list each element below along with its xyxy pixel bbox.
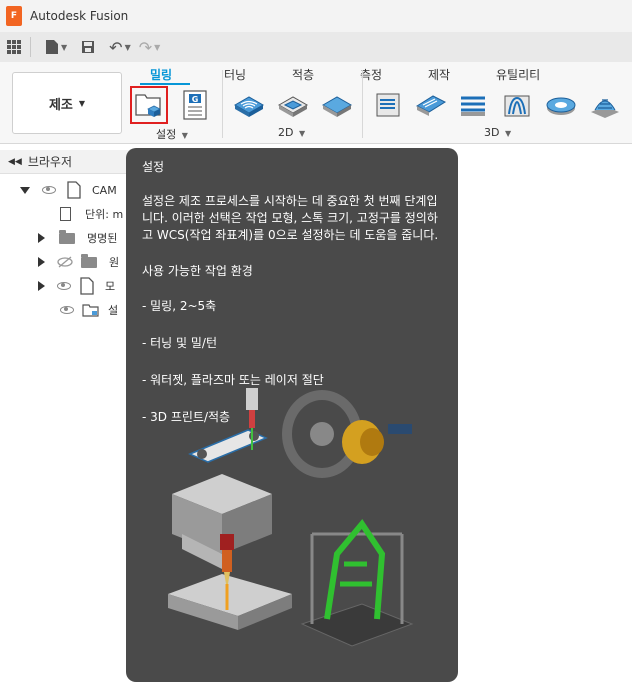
3d-adaptive-button[interactable] xyxy=(372,88,406,122)
active-tab-indicator xyxy=(140,83,190,85)
radial-icon xyxy=(546,97,576,115)
scallop-icon xyxy=(504,95,530,117)
chevron-down-icon: ▼ xyxy=(181,131,188,140)
tab-additive[interactable]: 적층 xyxy=(292,66,314,83)
visibility-eye-icon[interactable] xyxy=(60,306,74,314)
steep-and-shallow-button[interactable] xyxy=(456,88,490,122)
collapse-panel-icon[interactable]: ◀◀ xyxy=(8,157,22,167)
visibility-eye-icon[interactable] xyxy=(42,186,56,194)
expand-toggle-icon[interactable] xyxy=(38,257,45,267)
save-button[interactable] xyxy=(81,36,95,58)
2d-pocket-icon xyxy=(277,96,309,117)
manufacturing-illustration xyxy=(168,388,414,647)
expand-toggle-icon[interactable] xyxy=(38,281,45,291)
workspace-label: 제조 xyxy=(48,97,73,113)
expand-toggle-icon[interactable] xyxy=(38,233,45,243)
tree-row-cam[interactable]: CAM xyxy=(20,178,117,202)
turning-illustration xyxy=(282,390,412,478)
tree-row-units[interactable]: 단위: m xyxy=(60,202,123,226)
browser-title: 브라우저 xyxy=(27,155,73,169)
contour-icon xyxy=(591,99,619,118)
2d-face-button[interactable] xyxy=(320,88,354,122)
hidden-eye-icon[interactable] xyxy=(57,256,73,268)
chevron-down-icon: ▼ xyxy=(78,98,86,108)
app-logo-icon: F xyxy=(6,6,22,26)
tab-utilities[interactable]: 유틸리티 xyxy=(496,66,540,83)
chevron-down-icon: ▼ xyxy=(154,42,161,52)
tree-label: 단위: m xyxy=(85,208,124,221)
tree-row-model[interactable]: 모 xyxy=(38,274,115,298)
expand-toggle-icon[interactable] xyxy=(20,186,30,194)
setup-tooltip: 설정 설정은 제조 프로세스를 시작하는 데 중요한 첫 번째 단계입니다. 이… xyxy=(126,148,458,682)
svg-text:G: G xyxy=(192,95,199,104)
2d-face-icon xyxy=(321,96,353,117)
radial-button[interactable] xyxy=(544,88,578,122)
component-icon xyxy=(80,277,94,295)
save-icon xyxy=(82,41,95,53)
tab-turning[interactable]: 터닝 xyxy=(224,66,246,83)
2d-adaptive-button[interactable] xyxy=(232,88,266,122)
undo-icon: ↶ xyxy=(109,37,123,57)
tab-fabrication[interactable]: 제작 xyxy=(428,66,450,83)
tooltip-subtitle: 사용 가능한 작업 환경 xyxy=(142,264,253,278)
list-item: - 터닝 및 밀/턴 xyxy=(142,336,218,350)
nc-program-button[interactable]: G xyxy=(178,88,212,122)
tree-row-named-views[interactable]: 명명된 xyxy=(38,226,117,250)
redo-icon: ↷ xyxy=(138,37,153,57)
2d-pocket-button[interactable] xyxy=(276,88,310,122)
grid-icon xyxy=(7,40,21,54)
chevron-down-icon: ▼ xyxy=(124,42,131,52)
quick-access-toolbar: ▼ ↶ ▼ ↷ ▼ xyxy=(0,32,632,62)
folder-icon xyxy=(59,229,75,244)
contour-button[interactable] xyxy=(588,88,622,122)
chevron-down-icon: ▼ xyxy=(504,129,512,138)
app-title: Autodesk Fusion xyxy=(30,9,129,23)
tree-row-origin[interactable]: 원 xyxy=(38,250,119,274)
3d-pocket-button[interactable] xyxy=(414,88,448,122)
setup-folder-icon xyxy=(82,304,99,317)
setup-icon xyxy=(135,94,161,117)
chevron-down-icon: ▼ xyxy=(61,42,68,52)
chevron-down-icon: ▼ xyxy=(298,129,306,138)
tree-label: 명명된 xyxy=(87,232,118,245)
grid-menu-button[interactable] xyxy=(6,36,22,58)
ribbon: 제조 ▼ 밀링 터닝 적층 측정 제작 유틸리티 G 설정 ▼ 2D ▼ 3D … xyxy=(0,62,632,144)
tooltip-title: 설정 xyxy=(142,160,165,174)
tab-milling[interactable]: 밀링 xyxy=(150,66,172,83)
redo-button[interactable]: ↷ ▼ xyxy=(139,36,161,58)
undo-button[interactable]: ↶ ▼ xyxy=(109,36,131,58)
tree-row-setups[interactable]: 설 xyxy=(60,298,118,322)
3d-pocket-icon xyxy=(415,95,447,116)
setup-group-label[interactable]: 설정 ▼ xyxy=(156,126,188,142)
toolbar-divider xyxy=(30,37,31,57)
scallop-button[interactable] xyxy=(500,88,534,122)
tree-label: 원 xyxy=(109,256,120,269)
tab-inspection[interactable]: 측정 xyxy=(360,66,382,83)
2d-group-label[interactable]: 2D ▼ xyxy=(278,126,305,139)
3d-group-label[interactable]: 3D ▼ xyxy=(484,126,511,139)
setup-button[interactable] xyxy=(130,86,168,124)
document-settings-icon xyxy=(67,181,81,199)
additive-illustration xyxy=(300,518,414,647)
workspace-switcher[interactable]: 제조 ▼ xyxy=(12,72,122,134)
document-icon xyxy=(60,207,71,221)
nc-program-icon: G xyxy=(183,90,207,120)
steep-and-shallow-icon xyxy=(461,96,485,116)
title-bar: F Autodesk Fusion xyxy=(0,0,632,32)
tooltip-description: 설정은 제조 프로세스를 시작하는 데 중요한 첫 번째 단계입니다. 이러한 … xyxy=(142,194,439,242)
tree-label: CAM xyxy=(92,183,117,197)
group-divider xyxy=(222,70,223,138)
tree-label: 모 xyxy=(105,280,116,293)
2d-adaptive-icon xyxy=(233,96,265,117)
folder-icon xyxy=(81,253,97,268)
visibility-eye-icon[interactable] xyxy=(57,282,71,290)
3d-adaptive-icon xyxy=(376,93,400,117)
file-icon xyxy=(46,40,58,54)
group-divider xyxy=(362,70,363,138)
list-item: - 밀링, 2~5축 xyxy=(142,299,217,313)
tree-label: 설 xyxy=(108,304,119,317)
file-menu-button[interactable]: ▼ xyxy=(45,36,67,58)
